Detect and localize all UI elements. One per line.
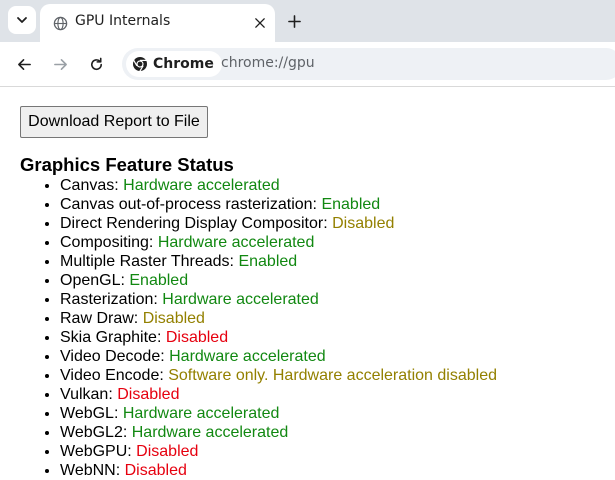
feature-name: WebNN: xyxy=(60,462,125,479)
tab-gpu-internals[interactable]: GPU Internals xyxy=(40,4,275,42)
feature-status: Enabled xyxy=(238,253,298,270)
feature-name: Video Decode: xyxy=(60,348,170,365)
feature-name: Rasterization: xyxy=(60,291,163,308)
feature-status: Disabled xyxy=(117,386,180,403)
feature-name: Raw Draw: xyxy=(60,310,143,327)
feature-item: Vulkan: Disabled xyxy=(60,385,497,404)
feature-item: Canvas out-of-process rasterization: Ena… xyxy=(60,195,497,214)
feature-item: Skia Graphite: Disabled xyxy=(60,328,497,347)
tab-search-button[interactable] xyxy=(8,6,36,34)
feature-item: OpenGL: Enabled xyxy=(60,271,497,290)
feature-name: Multiple Raster Threads: xyxy=(60,253,239,270)
feature-status: Hardware accelerated xyxy=(123,177,280,194)
reload-icon xyxy=(90,57,102,70)
plus-icon xyxy=(287,14,301,28)
feature-item: WebGPU: Disabled xyxy=(60,442,497,461)
chip-label: Chrome xyxy=(153,56,214,72)
feature-name: WebGL: xyxy=(60,405,123,422)
forward-arrow-icon xyxy=(53,58,67,70)
feature-list: Canvas: Hardware acceleratedCanvas out-o… xyxy=(60,176,497,480)
feature-status: Disabled xyxy=(332,215,395,232)
feature-name: Video Encode: xyxy=(60,367,169,384)
feature-name: Vulkan: xyxy=(60,386,118,403)
feature-item: WebGL2: Hardware accelerated xyxy=(60,423,497,442)
feature-status: Enabled xyxy=(129,272,189,289)
feature-status: Disabled xyxy=(165,329,229,346)
feature-name: Canvas out-of-process rasterization: xyxy=(60,196,322,213)
feature-status: Hardware accelerated xyxy=(131,424,289,441)
back-arrow-icon xyxy=(17,58,31,70)
tab-strip: GPU Internals xyxy=(0,0,615,42)
section-title: Graphics Feature Status xyxy=(20,154,234,175)
site-info-chip[interactable]: Chrome xyxy=(126,51,222,77)
chrome-logo-icon xyxy=(133,57,147,72)
feature-item: Compositing: Hardware accelerated xyxy=(60,233,497,252)
feature-status: Disabled xyxy=(142,310,205,327)
forward-button[interactable] xyxy=(48,52,72,76)
feature-item: Raw Draw: Disabled xyxy=(60,309,497,328)
close-tab-button[interactable] xyxy=(252,15,268,31)
feature-status: Disabled xyxy=(124,462,187,479)
chevron-down-icon xyxy=(17,17,27,23)
feature-item: WebGL: Hardware accelerated xyxy=(60,404,497,423)
feature-item: Direct Rendering Display Compositor: Dis… xyxy=(60,214,497,233)
back-button[interactable] xyxy=(12,52,36,76)
download-report-button[interactable]: Download Report to File xyxy=(20,106,208,138)
address-bar[interactable]: Chrome chrome://gpu xyxy=(122,48,615,80)
toolbar: Chrome chrome://gpu xyxy=(0,42,615,87)
feature-item: Canvas: Hardware accelerated xyxy=(60,176,497,195)
feature-status: Enabled xyxy=(321,196,381,213)
reload-button[interactable] xyxy=(84,52,108,76)
page-content: Download Report to File Graphics Feature… xyxy=(0,88,615,479)
feature-name: Compositing: xyxy=(60,234,158,251)
tab-title: GPU Internals xyxy=(75,13,171,29)
feature-status: Hardware accelerated xyxy=(169,348,326,365)
feature-name: Canvas: xyxy=(60,177,124,194)
feature-status: Hardware accelerated xyxy=(162,291,319,308)
feature-item: Multiple Raster Threads: Enabled xyxy=(60,252,497,271)
feature-item: Rasterization: Hardware accelerated xyxy=(60,290,497,309)
close-icon xyxy=(255,18,265,28)
feature-status: Hardware accelerated xyxy=(122,405,280,422)
feature-status: Disabled xyxy=(136,443,199,460)
feature-name: Skia Graphite: xyxy=(60,329,166,346)
feature-item: Video Encode: Software only. Hardware ac… xyxy=(60,366,497,385)
feature-status: Hardware accelerated xyxy=(157,234,315,251)
new-tab-button[interactable] xyxy=(282,9,306,33)
feature-item: WebNN: Disabled xyxy=(60,461,497,480)
feature-name: WebGPU: xyxy=(60,443,137,460)
feature-name: OpenGL: xyxy=(60,272,130,289)
feature-status: Software only. Hardware acceleration dis… xyxy=(168,367,497,384)
feature-name: WebGL2: xyxy=(60,424,132,441)
feature-item: Video Decode: Hardware accelerated xyxy=(60,347,497,366)
feature-name: Direct Rendering Display Compositor: xyxy=(60,215,333,232)
globe-icon xyxy=(53,16,68,31)
url-text[interactable]: chrome://gpu xyxy=(221,55,315,71)
